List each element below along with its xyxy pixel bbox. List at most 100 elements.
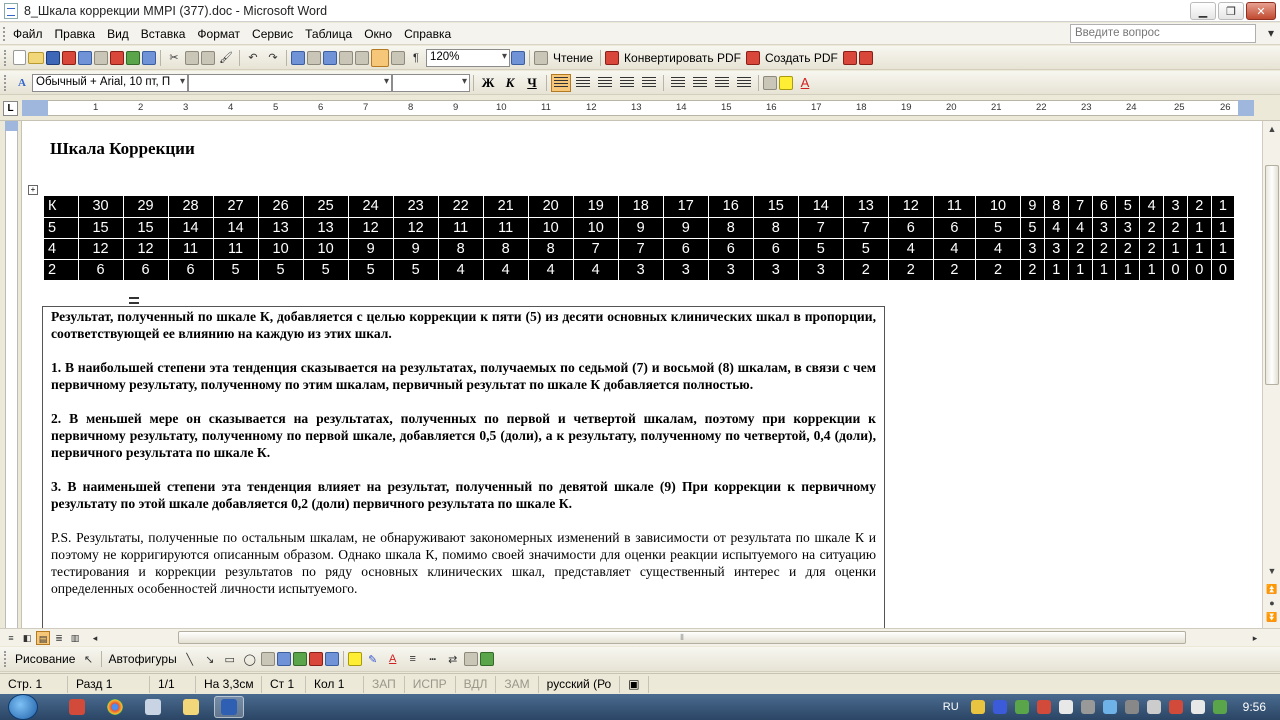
language-indicator[interactable]: RU: [943, 701, 959, 713]
table-cell[interactable]: 22: [437, 196, 484, 217]
table-cell[interactable]: 7: [572, 238, 619, 259]
table-cell[interactable]: 17: [662, 196, 709, 217]
next-page-icon[interactable]: ⏬: [1264, 609, 1280, 625]
table-cell[interactable]: 2: [842, 259, 889, 280]
table-cell[interactable]: 0: [1210, 259, 1234, 280]
table-cell[interactable]: 2: [1020, 259, 1045, 280]
table-cell[interactable]: 14: [167, 217, 214, 238]
insert-table-icon[interactable]: [323, 50, 337, 65]
reading-icon[interactable]: [534, 50, 548, 65]
document-canvas[interactable]: Шкала Коррекции + К 30 29 28 27 26 25 24 23 22 21 2…: [22, 121, 1262, 628]
table-cell[interactable]: 4: [1067, 217, 1093, 238]
table-cell[interactable]: 10: [302, 238, 349, 259]
table-cell[interactable]: 1: [1186, 238, 1212, 259]
table-cell[interactable]: 10: [527, 217, 574, 238]
table-cell[interactable]: 14: [797, 196, 844, 217]
table-cell[interactable]: 9: [347, 238, 394, 259]
volume-icon[interactable]: [1146, 700, 1161, 714]
highlight-icon[interactable]: [779, 75, 793, 90]
shadow-icon[interactable]: [463, 652, 478, 666]
table-cell[interactable]: 7: [617, 238, 664, 259]
table-cell[interactable]: 10: [974, 196, 1021, 217]
tray-icon[interactable]: [1212, 700, 1227, 714]
table-cell[interactable]: 1: [1210, 196, 1234, 217]
style-select[interactable]: Обычный + Arial, 10 пт, П: [32, 73, 188, 92]
line-spacing-button[interactable]: [639, 74, 659, 92]
cut-icon[interactable]: ✂: [165, 49, 183, 67]
scroll-right-icon[interactable]: ▸: [1248, 631, 1262, 645]
table-cell[interactable]: 9: [392, 238, 439, 259]
table-cell[interactable]: 5: [302, 259, 349, 280]
table-cell[interactable]: 2: [1139, 217, 1164, 238]
clock[interactable]: 9:56: [1243, 700, 1266, 714]
text-box[interactable]: Результат, полученный по шкале К, добавл…: [42, 306, 885, 628]
fill-color-icon[interactable]: [347, 652, 362, 666]
table-cell[interactable]: 2: [1115, 238, 1140, 259]
table-cell[interactable]: 4: [44, 238, 78, 259]
table-cell[interactable]: 11: [167, 238, 214, 259]
tray-icon[interactable]: [970, 700, 985, 714]
textbox-anchor-icon[interactable]: [129, 297, 139, 304]
table-cell[interactable]: 3: [617, 259, 664, 280]
status-ovr[interactable]: ЗАМ: [496, 675, 539, 693]
table-cell[interactable]: 3: [1115, 217, 1140, 238]
redo-icon[interactable]: ↷: [264, 49, 282, 67]
underline-button[interactable]: Ч: [522, 74, 542, 92]
maximize-button[interactable]: ❐: [1218, 2, 1244, 20]
convert-pdf-icon[interactable]: [605, 50, 620, 65]
table-cell[interactable]: К: [44, 196, 78, 217]
spelling-icon[interactable]: [126, 50, 140, 65]
table-cell[interactable]: 1: [1163, 238, 1188, 259]
taskbar-chrome[interactable]: [100, 696, 130, 718]
horizontal-scroll-thumb[interactable]: ⦀: [178, 631, 1186, 644]
menu-edit[interactable]: Правка: [49, 27, 102, 41]
document-map-icon[interactable]: [391, 50, 405, 65]
table-cell[interactable]: 4: [974, 238, 1021, 259]
table-cell[interactable]: 5: [1020, 217, 1045, 238]
insert-excel-icon[interactable]: [339, 50, 353, 65]
network-icon[interactable]: [1124, 700, 1139, 714]
vertical-ruler[interactable]: [0, 121, 22, 628]
arrow-style-icon[interactable]: ⇄: [444, 650, 462, 668]
bold-button[interactable]: Ж: [478, 74, 498, 92]
menu-view[interactable]: Вид: [101, 27, 135, 41]
table-cell[interactable]: 6: [77, 259, 124, 280]
columns-icon[interactable]: [355, 50, 369, 65]
table-cell[interactable]: 15: [77, 217, 124, 238]
3d-icon[interactable]: [479, 652, 494, 666]
open-folder-icon[interactable]: [28, 51, 44, 64]
table-cell[interactable]: 8: [707, 217, 754, 238]
research-icon[interactable]: [142, 50, 156, 65]
table-cell[interactable]: 21: [482, 196, 529, 217]
table-cell[interactable]: 7: [842, 217, 889, 238]
tray-icon[interactable]: [1014, 700, 1029, 714]
table-cell[interactable]: 8: [437, 238, 484, 259]
table-cell[interactable]: 12: [347, 217, 394, 238]
close-document-icon[interactable]: ▾: [1268, 26, 1274, 40]
table-cell[interactable]: 7: [797, 217, 844, 238]
wordart-icon[interactable]: [276, 652, 291, 666]
normal-view-icon[interactable]: ≡: [4, 631, 18, 645]
table-cell[interactable]: 29: [122, 196, 169, 217]
increase-indent-button[interactable]: [734, 74, 754, 92]
clipart-icon[interactable]: [308, 652, 323, 666]
table-cell[interactable]: 5: [212, 259, 259, 280]
table-cell[interactable]: 2: [1139, 238, 1164, 259]
vertical-scroll-thumb[interactable]: [1265, 165, 1279, 385]
table-cell[interactable]: 16: [707, 196, 754, 217]
insert-picture-icon[interactable]: [324, 652, 339, 666]
pdf-settings-icon[interactable]: [842, 50, 857, 65]
new-document-icon[interactable]: [13, 50, 26, 65]
permission-icon[interactable]: [62, 50, 76, 65]
table-cell[interactable]: 6: [932, 217, 976, 238]
menu-file[interactable]: Файл: [7, 27, 49, 41]
tray-icon[interactable]: [1102, 700, 1117, 714]
table-cell[interactable]: 3: [1020, 238, 1045, 259]
table-cell[interactable]: 27: [212, 196, 259, 217]
diagram-icon[interactable]: [292, 652, 307, 666]
table-row[interactable]: 4 12 12 11 11 10 10 9 9 8 8 8 7 7 6 6 6 5 5 4 4 4 3 3 2 2 2 2 1 1 1: [44, 238, 1234, 259]
table-cell[interactable]: 1: [1043, 259, 1069, 280]
decrease-indent-button[interactable]: [712, 74, 732, 92]
draw-menu-button[interactable]: Рисование: [15, 652, 75, 666]
table-cell[interactable]: 15: [752, 196, 799, 217]
